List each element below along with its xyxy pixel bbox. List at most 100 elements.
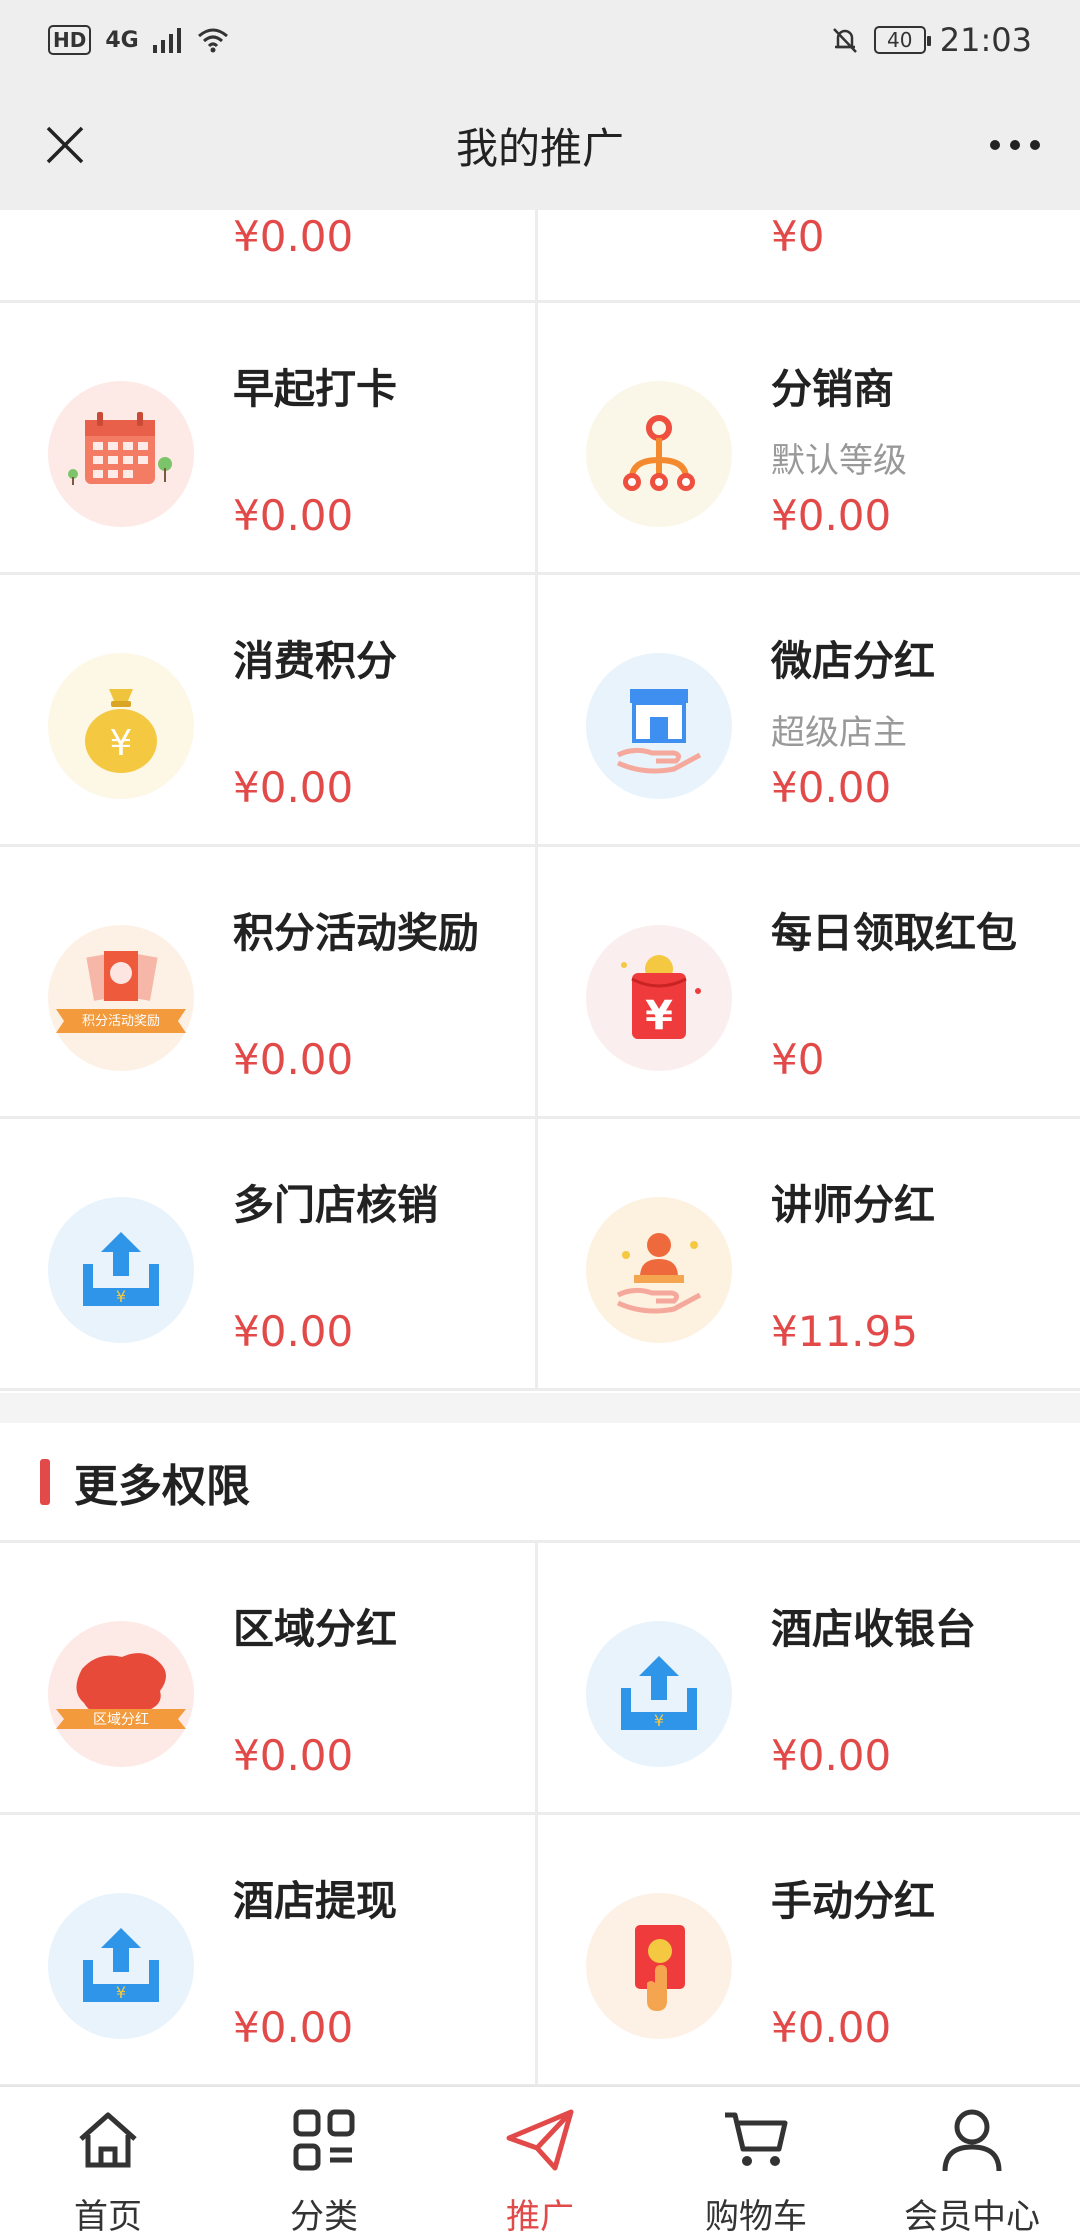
card-value: ¥0.00 — [233, 1731, 354, 1780]
card-subtitle: 超级店主 — [771, 713, 907, 753]
lecturer-icon — [586, 1197, 732, 1343]
calendar-icon — [48, 381, 194, 527]
partial-row: ¥0.00 ¥0 — [0, 210, 1080, 303]
signal-icon — [152, 28, 181, 53]
china-map-icon: 区域分红 — [48, 1621, 194, 1767]
card-subtitle: 默认等级 — [771, 441, 907, 481]
manual-envelope-icon — [586, 1893, 732, 2039]
card-value: ¥0.00 — [233, 1307, 354, 1356]
card-title: 手动分红 — [771, 1877, 935, 1925]
section-accent-bar — [40, 1458, 50, 1505]
more-button[interactable] — [980, 110, 1050, 180]
clock: 21:03 — [939, 21, 1032, 59]
card-title: 讲师分红 — [771, 1181, 935, 1229]
status-bar: HD 4G 40 21:03 — [0, 0, 1080, 80]
card-title: 酒店收银台 — [771, 1605, 976, 1653]
tab-label: 首页 — [74, 2197, 142, 2237]
tab-promotion[interactable]: 推广 — [432, 2087, 648, 2240]
tab-label: 推广 — [506, 2197, 574, 2237]
section-separator — [0, 1393, 1080, 1423]
shop-in-hand-icon — [586, 653, 732, 799]
hd-icon: HD — [48, 25, 92, 55]
user-icon — [935, 2103, 1009, 2177]
status-left: HD 4G — [48, 25, 229, 55]
points-reward-icon: 积分活动奖励 — [48, 925, 194, 1071]
section-header: 更多权限 — [0, 1423, 1080, 1543]
card-regional-dividend[interactable]: 区域分红 区域分红 ¥0.00 — [0, 1543, 538, 1815]
card-value: ¥0.00 — [233, 491, 354, 540]
tab-category[interactable]: 分类 — [216, 2087, 432, 2240]
card-title: 酒店提现 — [233, 1877, 397, 1925]
card-wechat-shop-dividend[interactable]: 微店分红 超级店主 ¥0.00 — [538, 575, 1080, 847]
upload-tray-icon: ¥ — [48, 1197, 194, 1343]
card-value: ¥0.00 — [233, 763, 354, 812]
card-daily-red-envelope[interactable]: ¥ 每日领取红包 ¥0 — [538, 847, 1080, 1119]
points-reward-icon-text: 积分活动奖励 — [81, 1014, 160, 1029]
mute-bell-icon — [832, 28, 857, 53]
card-title: 每日领取红包 — [771, 909, 1017, 957]
cart-icon — [719, 2103, 793, 2177]
svg-text:¥: ¥ — [645, 993, 673, 1039]
card-title: 多门店核销 — [233, 1181, 438, 1229]
home-icon — [71, 2103, 145, 2177]
card-title: 早起打卡 — [233, 365, 397, 413]
card-early-checkin[interactable]: 早起打卡 ¥0.00 — [0, 303, 538, 575]
tab-home[interactable]: 首页 — [0, 2087, 216, 2240]
card-multi-store-verification[interactable]: ¥ 多门店核销 ¥0.00 — [0, 1119, 538, 1391]
section-title: 更多权限 — [74, 1460, 250, 1512]
upload-tray-icon: ¥ — [586, 1621, 732, 1767]
network-type: 4G — [105, 27, 139, 53]
card-title: 积分活动奖励 — [233, 909, 479, 957]
card-value: ¥11.95 — [771, 1307, 918, 1356]
promotion-grid: 早起打卡 ¥0.00 分销商 默认等级 ¥0.00 ¥ 消费积分 ¥0.00 微… — [0, 303, 1080, 1391]
svg-text:¥: ¥ — [654, 1711, 664, 1730]
tab-member-center[interactable]: 会员中心 — [864, 2087, 1080, 2240]
card-title: 分销商 — [771, 365, 894, 413]
more-permissions-grid: 区域分红 区域分红 ¥0.00 ¥ 酒店收银台 ¥0.00 ¥ 酒店提现 ¥0.… — [0, 1543, 1080, 2087]
card-points-activity-reward[interactable]: 积分活动奖励 积分活动奖励 ¥0.00 — [0, 847, 538, 1119]
partial-card[interactable]: ¥0 — [538, 210, 1080, 303]
tab-label: 购物车 — [705, 2197, 807, 2237]
title-bar: 我的推广 — [0, 80, 1080, 210]
close-button[interactable] — [30, 110, 100, 180]
card-hotel-withdraw[interactable]: ¥ 酒店提现 ¥0.00 — [0, 1815, 538, 2087]
wifi-icon — [197, 28, 228, 53]
card-manual-dividend[interactable]: 手动分红 ¥0.00 — [538, 1815, 1080, 2087]
card-consumption-points[interactable]: ¥ 消费积分 ¥0.00 — [0, 575, 538, 847]
svg-text:¥: ¥ — [116, 1983, 126, 2002]
card-value: ¥0.00 — [233, 1035, 354, 1084]
bottom-tab-bar: 首页 分类 推广 购物车 会员中心 — [0, 2085, 1080, 2240]
battery-icon: 40 — [873, 26, 931, 54]
card-value: ¥0.00 — [771, 763, 892, 812]
card-title: 消费积分 — [233, 637, 397, 685]
tab-label: 会员中心 — [904, 2197, 1040, 2237]
paper-plane-icon — [503, 2103, 577, 2177]
tab-cart[interactable]: 购物车 — [648, 2087, 864, 2240]
card-value: ¥0 — [771, 212, 825, 261]
upload-tray-icon: ¥ — [48, 1893, 194, 2039]
promotion-page: HD 4G 40 21:03 我的推广 ¥0.00 ¥0 早起打卡 ¥0.00 … — [0, 0, 1080, 2240]
close-icon — [46, 126, 84, 164]
partial-card[interactable]: ¥0.00 — [0, 210, 538, 303]
status-right: 40 21:03 — [830, 21, 1032, 59]
distributor-tree-icon — [586, 381, 732, 527]
card-value: ¥0.00 — [771, 2003, 892, 2052]
card-title: 区域分红 — [233, 1605, 397, 1653]
page-title: 我的推广 — [455, 123, 624, 173]
tab-label: 分类 — [290, 2197, 358, 2237]
card-title: 微店分红 — [771, 637, 935, 685]
category-icon — [287, 2103, 361, 2177]
card-distributor[interactable]: 分销商 默认等级 ¥0.00 — [538, 303, 1080, 575]
china-map-icon-text: 区域分红 — [93, 1712, 149, 1728]
card-lecturer-dividend[interactable]: 讲师分红 ¥11.95 — [538, 1119, 1080, 1391]
card-hotel-cashier[interactable]: ¥ 酒店收银台 ¥0.00 — [538, 1543, 1080, 1815]
red-envelope-icon: ¥ — [586, 925, 732, 1071]
card-value: ¥0.00 — [233, 212, 354, 261]
svg-text:¥: ¥ — [116, 1287, 126, 1306]
more-dots-icon — [990, 140, 1040, 150]
card-value: ¥0.00 — [771, 491, 892, 540]
svg-text:¥: ¥ — [110, 723, 133, 764]
card-value: ¥0.00 — [771, 1731, 892, 1780]
money-bag-icon: ¥ — [48, 653, 194, 799]
card-value: ¥0 — [771, 1035, 825, 1084]
